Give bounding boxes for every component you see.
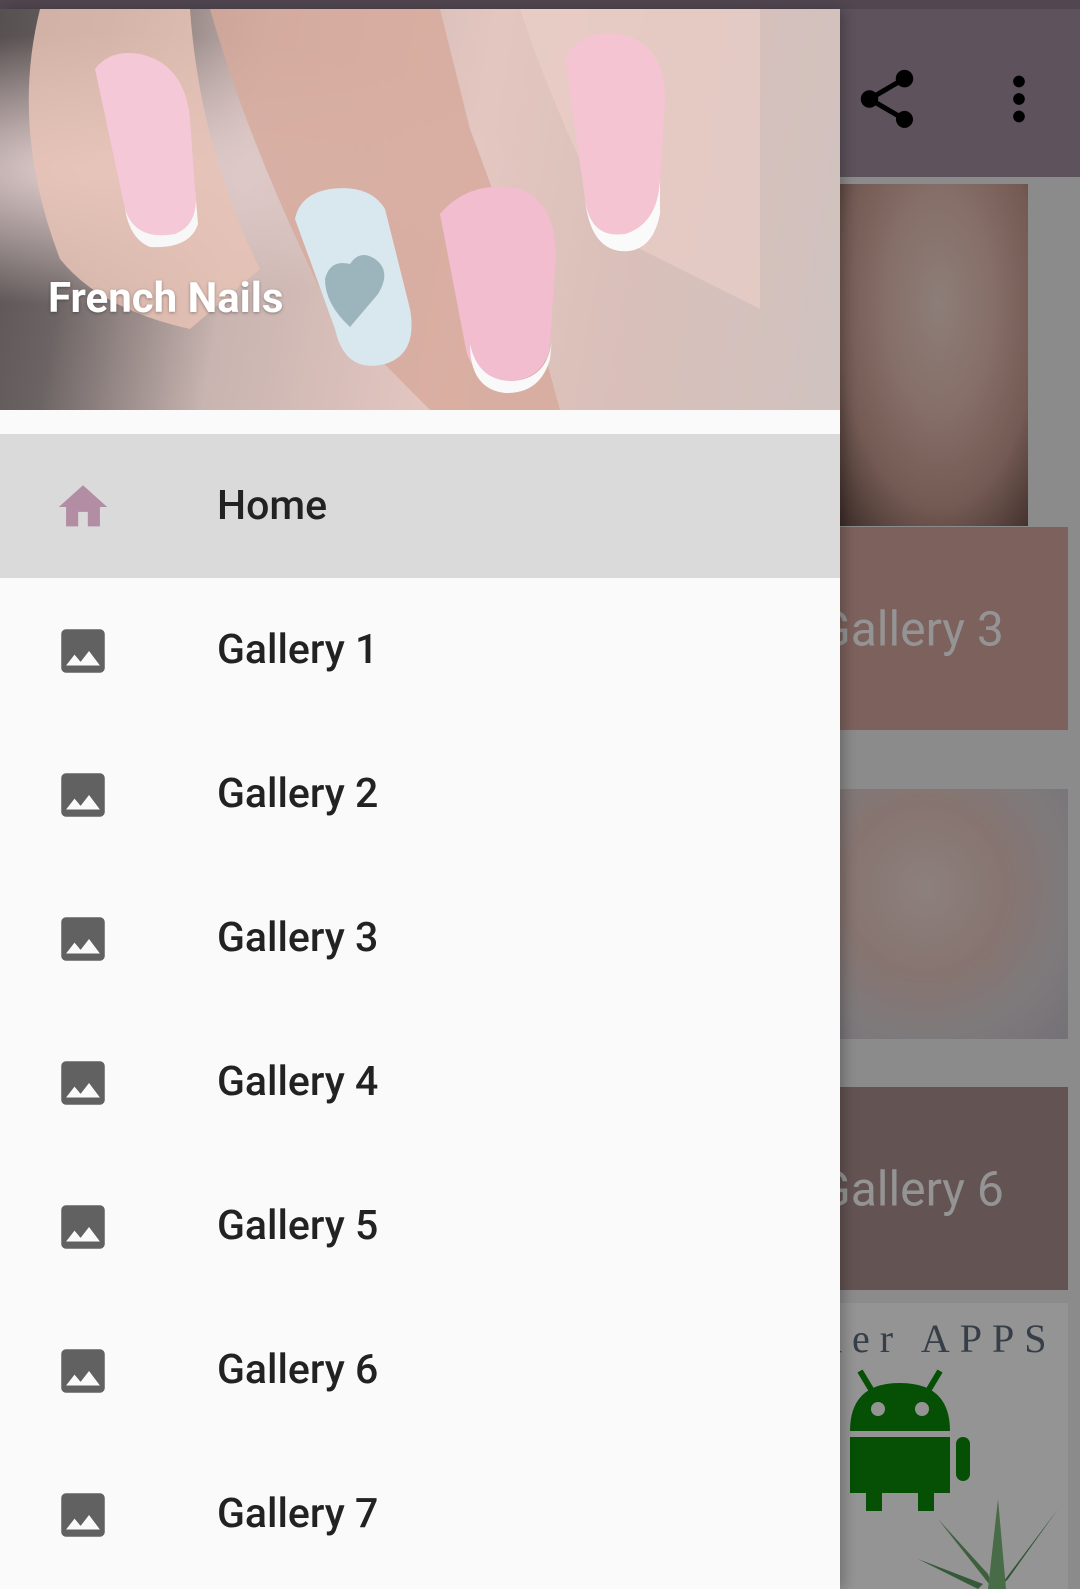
menu-item-gallery-6[interactable]: Gallery 6 (0, 1298, 840, 1442)
menu-item-label: Gallery 2 (217, 770, 379, 818)
menu-item-label: Gallery 6 (217, 1346, 379, 1394)
menu-item-gallery-7[interactable]: Gallery 7 (0, 1442, 840, 1586)
menu-item-home[interactable]: Home (0, 434, 840, 578)
menu-item-gallery-2[interactable]: Gallery 2 (0, 722, 840, 866)
image-icon (54, 622, 112, 680)
image-icon (54, 1486, 112, 1544)
drawer-header: French Nails (0, 9, 840, 410)
home-icon (54, 478, 112, 536)
drawer-menu: Home Gallery 1 Gallery 2 Gallery 3 Galle (0, 434, 840, 1586)
menu-item-gallery-1[interactable]: Gallery 1 (0, 578, 840, 722)
menu-item-label: Home (217, 482, 328, 530)
navigation-drawer: French Nails Home Gallery 1 Gallery 2 Ga… (0, 9, 840, 1589)
image-icon (54, 1342, 112, 1400)
image-icon (54, 766, 112, 824)
menu-item-label: Gallery 3 (217, 914, 379, 962)
menu-item-label: Gallery 1 (217, 626, 379, 674)
header-nails-image (28, 9, 760, 410)
image-icon (54, 1054, 112, 1112)
menu-item-label: Gallery 4 (217, 1058, 379, 1106)
menu-item-gallery-3[interactable]: Gallery 3 (0, 866, 840, 1010)
menu-item-gallery-5[interactable]: Gallery 5 (0, 1154, 840, 1298)
image-icon (54, 1198, 112, 1256)
drawer-header-title: French Nails (48, 274, 284, 323)
menu-item-label: Gallery 7 (217, 1490, 379, 1538)
image-icon (54, 910, 112, 968)
menu-item-gallery-4[interactable]: Gallery 4 (0, 1010, 840, 1154)
menu-item-label: Gallery 5 (217, 1202, 379, 1250)
